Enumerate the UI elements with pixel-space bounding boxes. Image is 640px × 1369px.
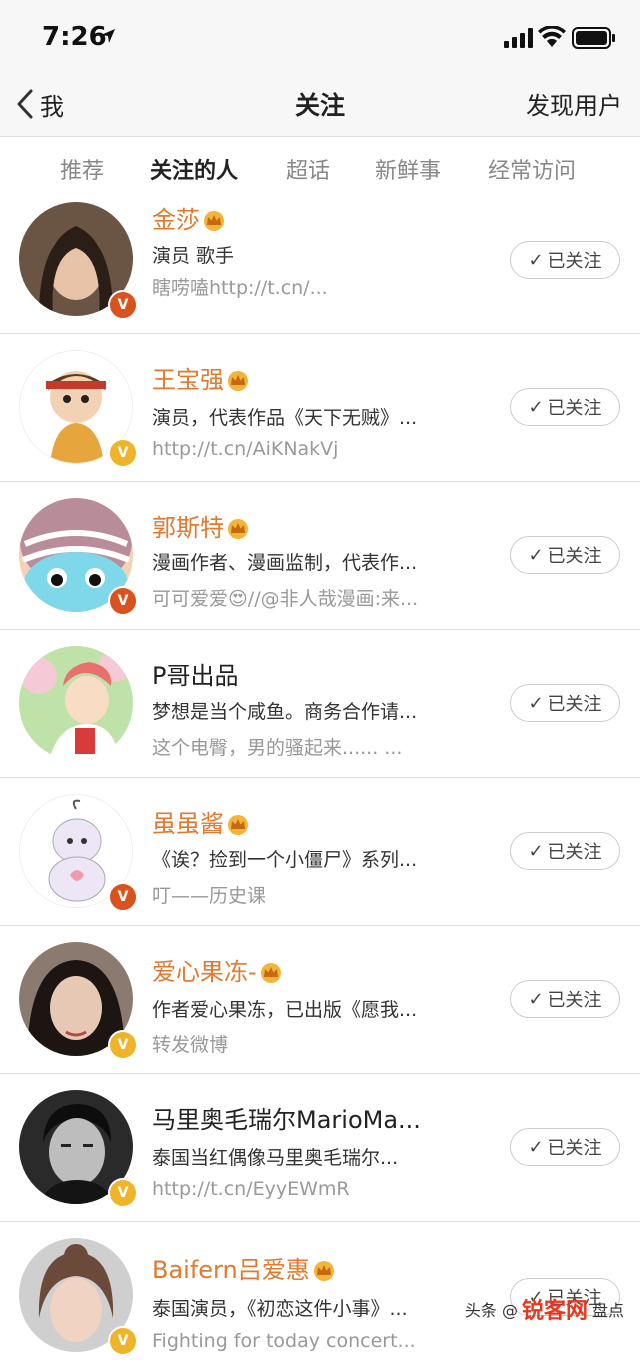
user-description: 作者爱心果冻，已出版《愿我...	[152, 999, 418, 1021]
verified-badge-icon: V	[108, 1326, 138, 1356]
status-time: 7:26	[42, 22, 107, 52]
vip-crown-icon	[260, 963, 281, 983]
followed-button[interactable]: ✓ 已关注	[510, 832, 620, 870]
user-latest-post: 叮——历史课	[152, 885, 267, 907]
list-item[interactable]: V 金莎 演员 歌手 瞎唠嗑http://t.cn/... ✓ 已关注	[0, 186, 640, 334]
user-name[interactable]: 郭斯特	[152, 508, 250, 543]
followed-button[interactable]: ✓ 已关注	[510, 388, 620, 426]
followed-button[interactable]: ✓ 已关注	[510, 241, 620, 279]
user-description: 梦想是当个咸鱼。商务合作请...	[152, 701, 418, 723]
vip-crown-icon	[313, 1261, 334, 1281]
user-latest-post: 瞎唠嗑http://t.cn/...	[152, 277, 328, 299]
checkmark-icon: ✓	[528, 1136, 544, 1158]
user-latest-post: http://t.cn/EyyEWmR	[152, 1178, 350, 1200]
watermark-logo: 锐客网	[521, 1299, 588, 1324]
signal-icon	[504, 28, 533, 48]
checkmark-icon: ✓	[528, 544, 544, 566]
user-name[interactable]: 爱心果冻-	[152, 952, 283, 987]
user-latest-post: 可可爱爱😍//@非人哉漫画:来...	[152, 588, 419, 610]
verified-badge-icon: V	[108, 586, 138, 616]
tab-following[interactable]: 关注的人	[150, 153, 238, 185]
tab-super-topic[interactable]: 超话	[286, 153, 330, 185]
user-description: 漫画作者、漫画监制，代表作...	[152, 552, 418, 574]
verified-badge-icon: V	[108, 1178, 138, 1208]
user-name[interactable]: 王宝强	[152, 360, 250, 395]
user-description: 演员 歌手	[152, 245, 235, 267]
vip-crown-icon	[204, 211, 224, 231]
location-arrow-icon	[101, 29, 115, 43]
user-name[interactable]: Baifern吕爱惠	[152, 1250, 336, 1285]
tab-frequent-visits[interactable]: 经常访问	[488, 153, 576, 185]
checkmark-icon: ✓	[528, 840, 544, 862]
verified-badge-icon: V	[108, 882, 138, 912]
checkmark-icon: ✓	[528, 692, 544, 714]
user-description: 泰国当红偶像马里奥毛瑞尔...	[152, 1147, 399, 1169]
user-name[interactable]: 虽虽酱	[152, 804, 250, 839]
vip-crown-icon	[228, 519, 248, 539]
followed-button[interactable]: ✓ 已关注	[510, 536, 620, 574]
followed-button[interactable]: ✓ 已关注	[510, 980, 620, 1018]
top-bar: 7:26 我 关注 发现用户	[0, 0, 640, 137]
user-name[interactable]: P哥出品	[152, 656, 238, 691]
avatar[interactable]	[19, 646, 133, 760]
list-item[interactable]: V 虽虽酱 《诶？捡到一个小僵尸》系列... 叮——历史课 ✓ 已关注	[0, 778, 640, 926]
followed-button[interactable]: ✓ 已关注	[510, 1128, 620, 1166]
user-latest-post: Fighting for today concert...	[152, 1330, 416, 1352]
user-description: 《诶？捡到一个小僵尸》系列...	[152, 849, 418, 871]
user-latest-post: 这个电臀，男的骚起来...... ...	[152, 737, 403, 759]
user-latest-post: 转发微博	[152, 1034, 229, 1056]
user-name[interactable]: 金莎	[152, 200, 226, 235]
checkmark-icon: ✓	[528, 249, 544, 271]
list-item[interactable]: P哥出品 梦想是当个咸鱼。商务合作请... 这个电臀，男的骚起来...... .…	[0, 630, 640, 778]
discover-users-button[interactable]: 发现用户	[526, 86, 622, 121]
verified-badge-icon: V	[108, 290, 138, 320]
checkmark-icon: ✓	[528, 988, 544, 1010]
list-item[interactable]: V 马里奥毛瑞尔MarioMa... 泰国当红偶像马里奥毛瑞尔... http:…	[0, 1074, 640, 1222]
vip-crown-icon	[228, 371, 248, 391]
list-item[interactable]: V 王宝强 演员，代表作品《天下无贼》... http://t.cn/AiKNa…	[0, 334, 640, 482]
tab-recommended[interactable]: 推荐	[60, 153, 104, 185]
tab-fresh-news[interactable]: 新鲜事	[375, 153, 441, 185]
user-description: 泰国演员，《初恋这件小事》...	[152, 1298, 408, 1320]
vip-crown-icon	[228, 815, 248, 835]
user-name[interactable]: 马里奥毛瑞尔MarioMa...	[152, 1100, 421, 1135]
user-description: 演员，代表作品《天下无贼》...	[152, 407, 418, 429]
list-item[interactable]: V 爱心果冻- 作者爱心果冻，已出版《愿我... 转发微博 ✓ 已关注	[0, 926, 640, 1074]
checkmark-icon: ✓	[528, 396, 544, 418]
watermark: 头条 @ 锐客网 盘点	[465, 1293, 624, 1325]
followed-button[interactable]: ✓ 已关注	[510, 684, 620, 722]
verified-badge-icon: V	[108, 1030, 138, 1060]
verified-badge-icon: V	[108, 438, 138, 468]
user-latest-post: http://t.cn/AiKNakVj	[152, 438, 339, 460]
list-item[interactable]: V 郭斯特 漫画作者、漫画监制，代表作... 可可爱爱😍//@非人哉漫画:来..…	[0, 482, 640, 630]
battery-icon	[572, 27, 615, 49]
wifi-icon	[538, 26, 566, 47]
